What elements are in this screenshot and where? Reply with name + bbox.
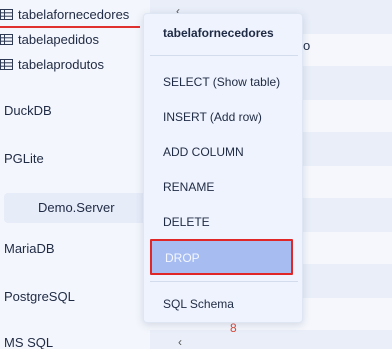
- table-grid-icon: [0, 58, 13, 70]
- sidebar-db-duckdb[interactable]: DuckDB: [4, 103, 52, 118]
- sidebar-table-tabelaprodutos[interactable]: tabelaprodutos: [0, 52, 104, 76]
- table-grid-icon: [0, 33, 13, 45]
- sidebar-table-label: tabelaprodutos: [18, 56, 105, 72]
- sidebar-table-tabelafornecedores[interactable]: tabelafornecedores: [0, 2, 129, 26]
- sidebar-db-pglite[interactable]: PGLite: [4, 151, 44, 166]
- menu-item-insert[interactable]: INSERT (Add row): [163, 110, 262, 124]
- menu-divider: [150, 281, 298, 282]
- menu-item-drop[interactable]: DROP: [150, 239, 293, 275]
- sidebar-db-mssql[interactable]: MS SQL: [4, 335, 53, 349]
- menu-item-drop-label: DROP: [165, 251, 200, 265]
- context-menu-title: tabelafornecedores: [163, 26, 274, 40]
- background-text-fragment: o: [303, 38, 311, 53]
- sidebar-db-postgresql[interactable]: PostgreSQL: [4, 289, 75, 304]
- sidebar-table-label: tabelafornecedores: [18, 6, 130, 22]
- background-number: 8: [230, 321, 237, 335]
- server-label: Demo.Server: [38, 200, 115, 215]
- table-grid-icon: [0, 8, 13, 20]
- menu-item-delete[interactable]: DELETE: [163, 215, 210, 229]
- menu-item-add-column[interactable]: ADD COLUMN: [163, 145, 244, 159]
- sidebar-db-mariadb[interactable]: MariaDB: [4, 241, 55, 256]
- sidebar-table-tabelapedidos[interactable]: tabelapedidos: [0, 27, 99, 51]
- menu-item-select[interactable]: SELECT (Show table): [163, 75, 280, 89]
- menu-item-sql-schema[interactable]: SQL Schema: [163, 297, 234, 311]
- chevron-left-icon[interactable]: ‹: [178, 335, 182, 349]
- menu-divider: [150, 55, 298, 56]
- sidebar-table-label: tabelapedidos: [18, 31, 99, 47]
- context-menu: tabelafornecedores SELECT (Show table) I…: [143, 13, 303, 323]
- menu-item-rename[interactable]: RENAME: [163, 180, 214, 194]
